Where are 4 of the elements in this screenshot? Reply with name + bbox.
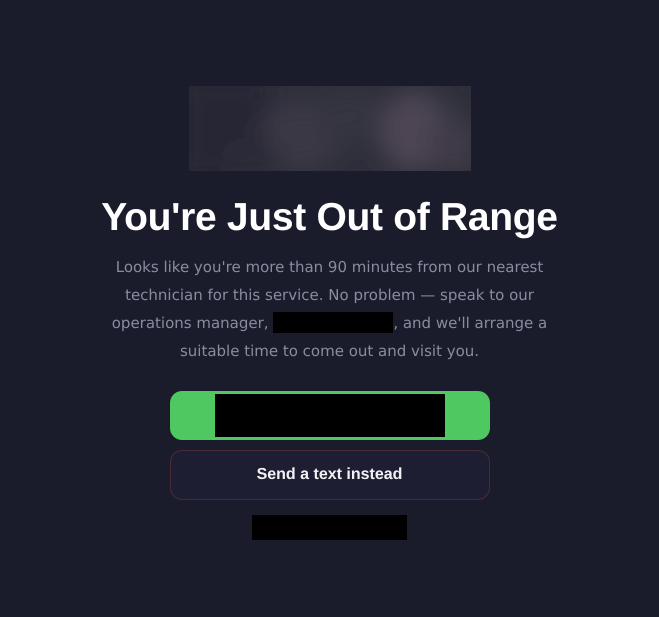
primary-button[interactable] bbox=[170, 391, 490, 440]
message-text: Looks like you're more than 90 minutes from our nearest technician for this service. No problem — speak to our operations manager, , and we'll arrange a suitable time to come out and visit you. bbox=[110, 257, 548, 362]
send-text-button[interactable]: Send a text instead bbox=[170, 450, 490, 500]
heading: You're Just Out of Range bbox=[101, 195, 558, 241]
